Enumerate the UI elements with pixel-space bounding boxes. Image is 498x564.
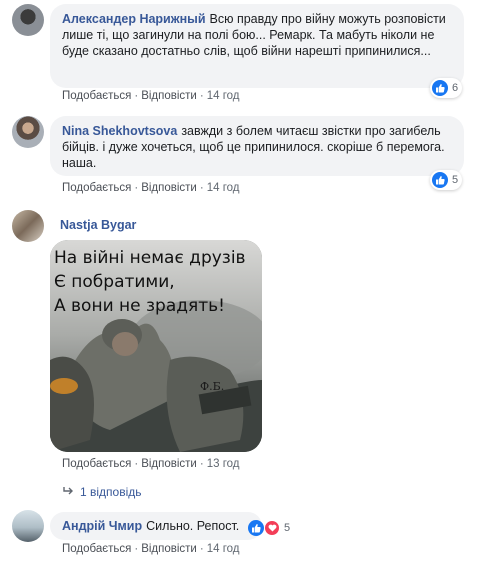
avatar[interactable] (12, 510, 44, 542)
avatar[interactable] (12, 4, 44, 36)
like-link[interactable]: Подобається (62, 90, 131, 102)
reaction-count[interactable]: 6 (430, 78, 463, 98)
reaction-number: 6 (452, 82, 459, 94)
reply-link[interactable]: Відповісти (141, 90, 197, 102)
timestamp[interactable]: 14 год (207, 182, 240, 194)
comment-author[interactable]: Nastja Bygar (60, 218, 136, 232)
comment-bubble: Nina Shekhovtsova завжди з болем читаєш з… (50, 116, 464, 176)
comment-bubble: Андрій Чмир Сильно. Репост. (50, 512, 262, 540)
comment-author[interactable]: Александер Нарижный (62, 12, 206, 26)
love-reaction-icon (264, 520, 280, 536)
reaction-number: 5 (284, 522, 291, 534)
image-caption-line: Є побратими, (54, 272, 175, 292)
reply-link[interactable]: Відповісти (141, 458, 197, 470)
comment-actions: Подобається · Відповісти · 13 год (62, 458, 240, 470)
like-link[interactable]: Подобається (62, 182, 131, 194)
like-reaction-icon (432, 80, 448, 96)
comment-actions: Подобається · Відповісти · 14 год (62, 182, 240, 194)
reply-arrow-icon (62, 485, 74, 499)
comment-bubble: Александер Нарижный Всю правду про війну … (50, 4, 464, 88)
like-link[interactable]: Подобається (62, 458, 131, 470)
like-link[interactable]: Подобається (62, 543, 131, 555)
like-reaction-icon (248, 520, 264, 536)
avatar[interactable] (12, 210, 44, 242)
comment-actions: Подобається · Відповісти · 14 год (62, 543, 240, 555)
comment-author[interactable]: Nina Shekhovtsova (62, 124, 177, 138)
avatar[interactable] (12, 116, 44, 148)
like-reaction-icon (432, 172, 448, 188)
reaction-number: 5 (452, 174, 459, 186)
reply-link[interactable]: Відповісти (141, 182, 197, 194)
comment-text: Сильно. Репост. (146, 519, 240, 533)
image-signature: Ф.Б. (200, 380, 225, 393)
reaction-count[interactable]: 5 (246, 518, 294, 538)
comment-actions: Подобається · Відповісти · 14 год (62, 90, 240, 102)
reaction-count[interactable]: 5 (430, 170, 463, 190)
reply-link[interactable]: Відповісти (141, 543, 197, 555)
replies-count[interactable]: 1 відповідь (80, 485, 142, 499)
image-caption-line: На війні немає друзів (54, 248, 246, 268)
view-replies-link[interactable]: 1 відповідь (62, 485, 142, 499)
comment-author[interactable]: Андрій Чмир (62, 519, 142, 533)
image-caption-line: А вони не зрадять! (54, 296, 225, 316)
comment-image[interactable]: На війні немає друзів Є побратими, А вон… (50, 240, 262, 452)
timestamp[interactable]: 14 год (207, 543, 240, 555)
timestamp[interactable]: 14 год (207, 90, 240, 102)
timestamp[interactable]: 13 год (207, 458, 240, 470)
